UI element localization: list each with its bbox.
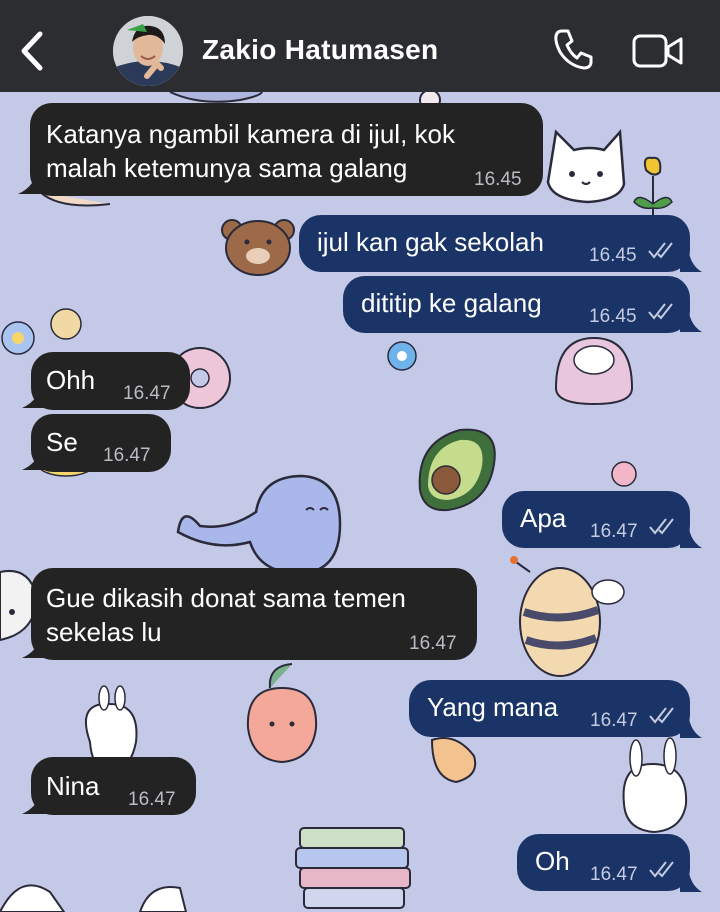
chat-header: Zakio Hatumasen (0, 0, 720, 92)
message-text: Nina (46, 771, 100, 801)
message-bubble-outgoing[interactable]: Yang mana 16.47 (409, 680, 690, 737)
ghost-doodle (554, 336, 634, 406)
avatar[interactable] (113, 16, 183, 86)
message-bubble-incoming[interactable]: Nina 16.47 (31, 757, 196, 815)
message-text: malah ketemunya sama galang (46, 153, 408, 183)
message-text: Katanya ngambil kamera di ijul, kok (46, 119, 455, 149)
message-text: Oh (535, 846, 570, 876)
avocado-doodle (418, 428, 496, 512)
tulip-doodle (633, 156, 673, 218)
message-bubble-outgoing[interactable]: ijul kan gak sekolah 16.45 (299, 215, 690, 272)
message-bubble-outgoing[interactable]: dititip ke galang 16.45 (343, 276, 690, 333)
message-time: 16.47 (409, 633, 457, 654)
peach-doodle (246, 663, 318, 764)
double-check-icon (649, 861, 674, 878)
contact-name[interactable]: Zakio Hatumasen (202, 34, 438, 66)
cat-doodle (546, 128, 626, 204)
message-text: Yang mana (427, 692, 559, 722)
message-time: 16.47 (128, 789, 176, 810)
message-time: 16.45 (474, 169, 522, 190)
message-text: Apa (520, 503, 567, 533)
message-bubble-incoming[interactable]: Ohh 16.47 (31, 352, 190, 410)
bear-doodle (221, 219, 295, 276)
phone-icon[interactable] (553, 28, 593, 70)
message-text: Ohh (46, 365, 96, 395)
double-check-icon (649, 518, 674, 535)
message-bubble-incoming[interactable]: Gue dikasih donat sama temen sekelas lu … (31, 568, 477, 660)
message-bubble-incoming[interactable]: Se 16.47 (31, 414, 171, 472)
bee-doodle (510, 556, 625, 677)
message-time: 16.47 (123, 383, 171, 404)
bunny-doodle (622, 737, 688, 834)
message-time: 16.45 (589, 306, 637, 327)
message-bubble-incoming[interactable]: Katanya ngambil kamera di ijul, kok mala… (30, 103, 543, 196)
message-text: Gue dikasih donat sama temen (46, 583, 406, 613)
wallpaper-doodle (430, 737, 477, 784)
message-bubble-outgoing[interactable]: Oh 16.47 (517, 834, 690, 891)
message-text: Se (46, 427, 78, 457)
message-time: 16.47 (590, 710, 638, 731)
whale-doodle (176, 474, 342, 575)
chevron-left-icon[interactable] (14, 28, 50, 74)
message-time: 16.47 (103, 445, 151, 466)
message-time: 16.47 (590, 864, 638, 885)
message-time: 16.47 (590, 521, 638, 542)
video-camera-icon[interactable] (632, 34, 684, 68)
books-doodle (295, 827, 411, 909)
message-bubble-outgoing[interactable]: Apa 16.47 (502, 491, 690, 548)
message-time: 16.45 (589, 245, 637, 266)
message-text: ijul kan gak sekolah (317, 227, 544, 257)
wallpaper-doodle (169, 92, 263, 103)
double-check-icon (648, 303, 673, 320)
double-check-icon (649, 707, 674, 724)
message-text: dititip ke galang (361, 288, 542, 318)
double-check-icon (648, 242, 673, 259)
